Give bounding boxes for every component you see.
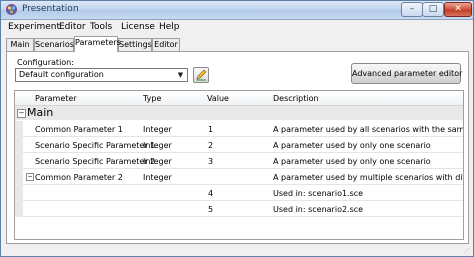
table-row[interactable]: 4 Used in: scenario1.sce [15,185,463,201]
row-gutter [15,201,23,217]
column-header-description[interactable]: Description [273,94,319,103]
cell-description: A parameter used by only one scenario [273,157,431,166]
row-gutter [15,153,23,169]
configuration-label: Configuration: [17,58,74,67]
parameters-panel: Configuration: Default configuration ▼ A… [6,51,469,244]
tab-parameters[interactable]: Parameters [74,36,121,52]
column-header-value[interactable]: Value [207,94,229,103]
row-gutter [15,121,23,137]
menu-editor[interactable]: Editor [59,22,86,32]
cell-value[interactable]: 2 [208,141,213,150]
cell-value[interactable]: 1 [208,125,213,134]
cell-description: Used in: scenario1.sce [273,189,364,198]
cell-description: A parameter used by all scenarios with t… [273,125,464,134]
cell-parameter: Common Parameter 2 [35,173,123,182]
cell-type: Integer [143,157,172,166]
menu-bar: Experiment Editor Tools License Help [1,20,473,36]
resize-grip-icon[interactable]: ⋰ [463,247,471,255]
minimize-button[interactable]: – [401,2,423,17]
maximize-button[interactable]: □ [422,2,444,17]
cell-parameter: Scenario Specific Parameter 1 [35,141,156,150]
column-header-type[interactable]: Type [143,94,161,103]
grid-header: Parameter Type Value Description [15,91,463,106]
tab-scenarios[interactable]: Scenarios [34,38,74,51]
cell-value[interactable]: 3 [208,157,213,166]
app-logo-icon [6,4,17,15]
collapse-icon[interactable]: − [17,109,26,118]
window-title: Presentation [22,4,79,14]
cell-type: Integer [143,141,172,150]
group-row-main[interactable]: − Main [15,106,463,120]
title-bar[interactable]: Presentation – □ ✕ [1,1,473,20]
menu-tools[interactable]: Tools [90,22,112,32]
cell-value[interactable]: 5 [208,205,213,214]
configuration-selected-value: Default configuration [19,70,104,79]
column-header-parameter[interactable]: Parameter [35,94,77,103]
table-row[interactable]: − Common Parameter 2 Integer A parameter… [15,169,463,185]
cell-value[interactable]: 4 [208,189,213,198]
menu-help[interactable]: Help [159,22,180,32]
table-row[interactable]: Common Parameter 1 Integer 1 A parameter… [15,121,463,137]
cell-description: Used in: scenario2.sce [273,205,364,214]
menu-experiment[interactable]: Experiment [8,22,60,32]
tab-settings[interactable]: Settings [118,38,152,51]
configuration-dropdown[interactable]: Default configuration ▼ [15,68,188,82]
cell-parameter: Common Parameter 1 [35,125,123,134]
tab-main[interactable]: Main [6,38,34,51]
cell-type: Integer [143,125,172,134]
cell-description: A parameter used by only one scenario [273,141,431,150]
menu-license[interactable]: License [121,22,155,32]
status-bar: ⋰ [1,245,473,256]
cell-description: A parameter used by multiple scenarios w… [273,173,463,182]
parameters-grid: Parameter Type Value Description − Main … [14,90,464,240]
cell-type: Integer [143,173,172,182]
close-button[interactable]: ✕ [444,2,472,17]
cell-parameter: Scenario Specific Parameter 2 [35,157,156,166]
pencil-icon [196,69,207,81]
row-gutter [15,137,23,153]
group-label: Main [27,106,54,119]
application-window: Presentation – □ ✕ Experiment Editor Too… [0,0,474,257]
table-row[interactable]: Scenario Specific Parameter 2 Integer 3 … [15,153,463,169]
tab-editor[interactable]: Editor [152,38,180,51]
edit-configuration-button[interactable] [193,67,209,83]
table-row[interactable]: Scenario Specific Parameter 1 Integer 2 … [15,137,463,153]
row-gutter [15,185,23,201]
chevron-down-icon[interactable]: ▼ [174,69,187,81]
table-row[interactable]: 5 Used in: scenario2.sce [15,201,463,217]
advanced-parameter-editor-button[interactable]: Advanced parameter editor [351,63,462,84]
collapse-icon[interactable]: − [26,173,34,181]
row-gutter [15,169,23,185]
